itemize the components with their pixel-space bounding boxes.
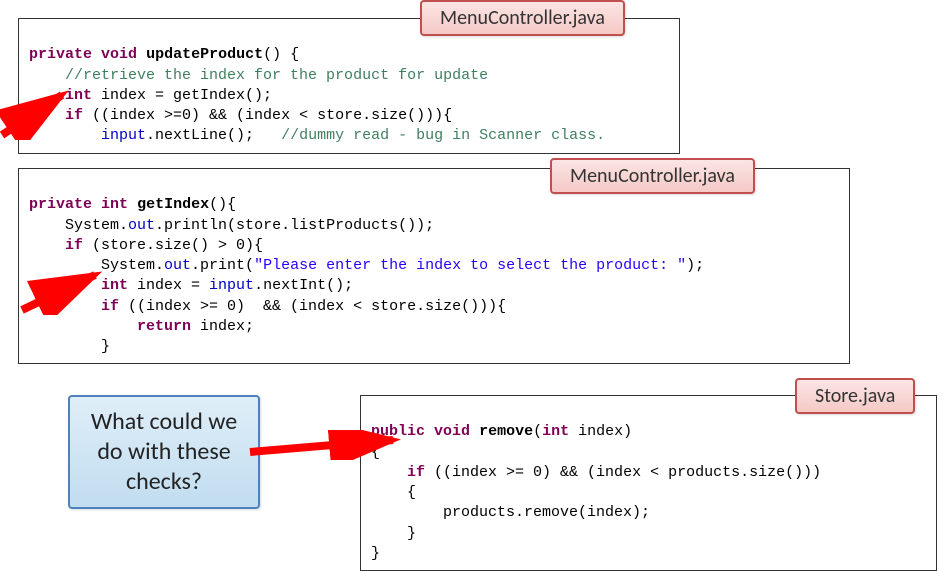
text: .println(store.listProducts());	[155, 217, 434, 234]
kw-if: if	[65, 107, 83, 124]
text: products.remove(index);	[443, 504, 650, 521]
comment: //dummy read - bug in Scanner class.	[281, 127, 605, 144]
code-snippet-updateproduct: private void updateProduct() { //retriev…	[18, 18, 680, 154]
comment: //retrieve the index for the product for…	[65, 67, 488, 84]
text: .nextLine();	[146, 127, 281, 144]
method-name: updateProduct	[146, 46, 263, 63]
kw-private: private	[29, 196, 92, 213]
text: }	[371, 545, 380, 562]
text: index = getIndex();	[92, 87, 272, 104]
label-menucontroller-2: MenuController.java	[550, 158, 755, 194]
label-text: MenuController.java	[440, 6, 605, 30]
text: {	[407, 484, 416, 501]
code-snippet-getindex: private int getIndex(){ System.out.print…	[18, 168, 850, 364]
text: () {	[263, 46, 299, 63]
kw-if: if	[407, 464, 425, 481]
label-text: MenuController.java	[570, 164, 735, 188]
kw-public: public	[371, 423, 425, 440]
string: "Please enter the index to select the pr…	[254, 257, 686, 274]
text: }	[407, 525, 416, 542]
kw-void: void	[101, 46, 137, 63]
text: ((index >=0) && (index < store.size())){	[83, 107, 452, 124]
text: index)	[569, 423, 632, 440]
text: (	[533, 423, 542, 440]
text: {	[371, 444, 380, 461]
kw-int: int	[101, 196, 128, 213]
kw-private: private	[29, 46, 92, 63]
text: ((index >= 0) && (index < store.size()))…	[119, 298, 506, 315]
kw-if: if	[65, 237, 83, 254]
kw-return: return	[137, 318, 191, 335]
text: System.	[65, 217, 128, 234]
field: input	[101, 127, 146, 144]
text: ((index >= 0) && (index < products.size(…	[425, 464, 821, 481]
text: }	[101, 338, 110, 355]
text: (store.size() > 0){	[83, 237, 263, 254]
field: out	[128, 217, 155, 234]
kw-if: if	[101, 298, 119, 315]
kw-int: int	[101, 277, 128, 294]
label-store: Store.java	[795, 378, 915, 414]
text: );	[686, 257, 704, 274]
label-text: Store.java	[815, 384, 895, 408]
text: System.	[101, 257, 164, 274]
kw-void: void	[434, 423, 470, 440]
code-snippet-remove: public void remove(int index) { if ((ind…	[360, 395, 937, 571]
method-name: remove	[479, 423, 533, 440]
callout-text: What could we do with these checks?	[91, 407, 237, 496]
kw-int: int	[542, 423, 569, 440]
text: index;	[191, 318, 254, 335]
method-name: getIndex	[137, 196, 209, 213]
callout-question: What could we do with these checks?	[68, 395, 260, 509]
text: .print(	[191, 257, 254, 274]
field: input	[209, 277, 254, 294]
label-menucontroller-1: MenuController.java	[420, 0, 625, 36]
kw-int: int	[65, 87, 92, 104]
text: .nextInt();	[254, 277, 353, 294]
text: index =	[128, 277, 209, 294]
text: (){	[209, 196, 236, 213]
field: out	[164, 257, 191, 274]
